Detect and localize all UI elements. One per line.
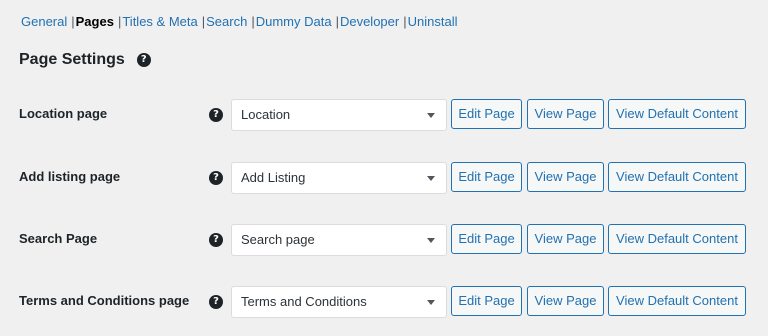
row-label: Add listing page: [19, 169, 121, 184]
subnav-separator: |: [335, 14, 339, 29]
page-select[interactable]: Add Listing: [231, 162, 447, 194]
chevron-down-icon: [427, 176, 435, 181]
subnav-general[interactable]: General: [21, 14, 67, 29]
chevron-down-icon: [427, 113, 435, 118]
setting-row-add-listing: Add listing page ? Add Listing Edit Page…: [0, 162, 768, 196]
edit-page-button[interactable]: Edit Page: [451, 99, 522, 129]
row-label: Terms and Conditions page: [19, 293, 190, 308]
subnav-separator: |: [251, 14, 255, 29]
row-label: Search Page: [19, 231, 98, 246]
view-default-content-button[interactable]: View Default Content: [608, 162, 746, 192]
question-circle-icon[interactable]: ?: [136, 53, 151, 67]
page-title-text: Page Settings: [19, 51, 125, 68]
page-title: Page Settings ?: [19, 50, 151, 70]
question-circle-icon[interactable]: ?: [209, 171, 223, 185]
subnav-uninstall[interactable]: Uninstall: [408, 14, 458, 29]
view-default-content-button[interactable]: View Default Content: [608, 224, 746, 254]
row-label: Location page: [19, 106, 108, 121]
question-circle-icon[interactable]: ?: [209, 233, 223, 247]
question-circle-icon[interactable]: ?: [209, 108, 223, 122]
subnav-separator: |: [403, 14, 407, 29]
view-page-button[interactable]: View Page: [527, 286, 604, 316]
chevron-down-icon: [427, 238, 435, 243]
subnav-search[interactable]: Search: [206, 14, 247, 29]
subnav-pages: Pages: [75, 14, 114, 29]
settings-subnav: General |Pages |Titles & Meta |Search |Dummy…: [21, 13, 457, 31]
subnav-separator: |: [201, 14, 206, 29]
view-page-button[interactable]: View Page: [527, 224, 604, 254]
page-select[interactable]: Location: [231, 99, 447, 131]
chevron-down-icon: [427, 300, 435, 305]
page-select-value: Search page: [241, 232, 315, 247]
page-select[interactable]: Search page: [231, 224, 447, 256]
subnav-separator: |: [117, 14, 122, 29]
subnav-separator: |: [71, 14, 75, 29]
setting-row-terms: Terms and Conditions page ? Terms and Co…: [0, 286, 768, 320]
page-select-value: Location: [241, 107, 291, 122]
page-select[interactable]: Terms and Conditions: [231, 286, 447, 318]
edit-page-button[interactable]: Edit Page: [451, 162, 522, 192]
page-select-value: Add Listing: [241, 170, 306, 185]
subnav-dummy-data[interactable]: Dummy Data: [256, 14, 332, 29]
view-default-content-button[interactable]: View Default Content: [608, 286, 746, 316]
page-select-value: Terms and Conditions: [241, 294, 367, 309]
setting-row-search: Search Page ? Search page Edit Page View…: [0, 224, 768, 258]
view-default-content-button[interactable]: View Default Content: [608, 99, 746, 129]
setting-row-location: Location page ? Location Edit Page View …: [0, 99, 768, 133]
edit-page-button[interactable]: Edit Page: [451, 224, 522, 254]
subnav-developer[interactable]: Developer: [340, 14, 399, 29]
edit-page-button[interactable]: Edit Page: [451, 286, 522, 316]
view-page-button[interactable]: View Page: [527, 99, 604, 129]
question-circle-icon[interactable]: ?: [209, 295, 223, 309]
subnav-titles-meta[interactable]: Titles & Meta: [122, 14, 197, 29]
view-page-button[interactable]: View Page: [527, 162, 604, 192]
